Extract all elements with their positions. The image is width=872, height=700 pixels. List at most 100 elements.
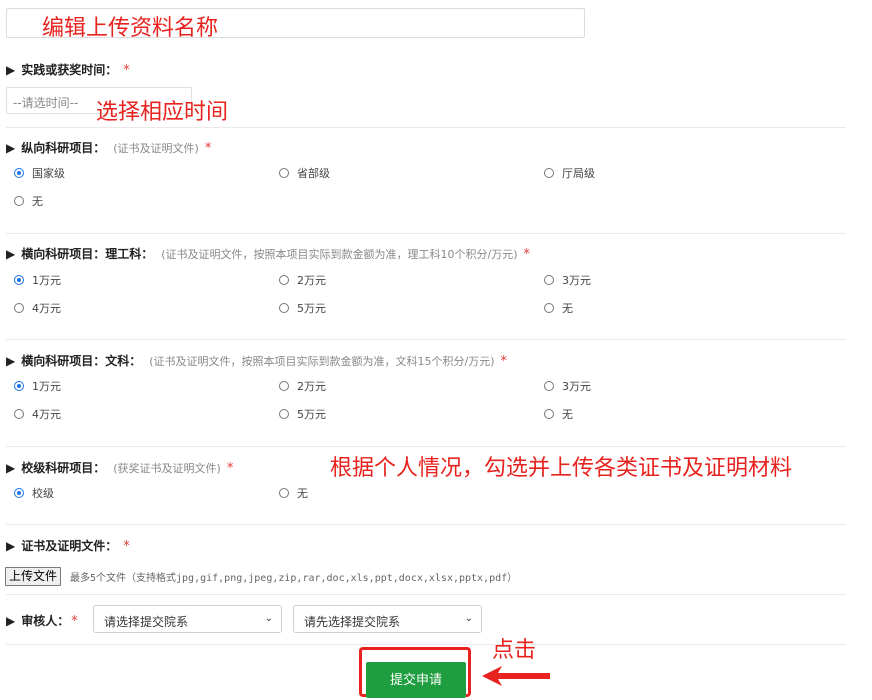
radio-icon <box>279 168 289 178</box>
radio-label: 国家级 <box>32 167 65 180</box>
time-label: 实践或获奖时间： <box>21 63 118 77</box>
radio-label: 校级 <box>32 487 54 500</box>
radio-label: 无 <box>562 408 573 421</box>
radio-icon <box>14 196 24 206</box>
annotation-check-and-upload: 根据个人情况，勾选并上传各类证书及证明材料 <box>330 456 793 481</box>
vertical-project-heading: ▶ 纵向科研项目： (证书及证明文件) * <box>6 139 211 156</box>
radio-icon <box>544 168 554 178</box>
radio-option[interactable]: 1万元 <box>14 378 61 394</box>
divider <box>6 446 846 447</box>
radio-label: 无 <box>562 302 573 315</box>
radio-option[interactable]: 3万元 <box>544 272 591 288</box>
reviewer-label: 审核人： <box>21 614 70 628</box>
horizontal-sci-heading: ▶ 横向科研项目：理工科： (证书及证明文件，按照本项目实际到款金额为准，理工科10… <box>6 245 530 262</box>
divider <box>6 339 846 340</box>
triangle-right-icon: ▶ <box>6 247 16 261</box>
radio-option[interactable]: 无 <box>544 406 573 422</box>
radio-checked-icon <box>14 488 24 498</box>
divider <box>6 233 846 234</box>
required-mark: * <box>500 354 508 369</box>
school-project-hint: (获奖证书及证明文件) <box>113 462 221 475</box>
radio-option[interactable]: 无 <box>279 485 308 501</box>
radio-label: 1万元 <box>32 380 61 393</box>
annotation-click: 点击 <box>492 638 537 663</box>
triangle-right-icon: ▶ <box>6 141 16 155</box>
divider <box>6 127 846 128</box>
chevron-down-icon: ⌄ <box>264 613 273 624</box>
radio-option[interactable]: 4万元 <box>14 300 61 316</box>
arrow-left-icon <box>482 666 550 686</box>
radio-option[interactable]: 厅局级 <box>544 165 595 181</box>
radio-icon <box>279 488 289 498</box>
radio-label: 4万元 <box>32 302 61 315</box>
radio-option[interactable]: 2万元 <box>279 272 326 288</box>
radio-label: 4万元 <box>32 408 61 421</box>
radio-option[interactable]: 无 <box>14 193 43 209</box>
radio-option[interactable]: 校级 <box>14 485 54 501</box>
radio-icon <box>14 409 24 419</box>
annotation-edit-title: 编辑上传资料名称 <box>42 16 219 41</box>
radio-option[interactable]: 5万元 <box>279 406 326 422</box>
radio-option[interactable]: 省部级 <box>279 165 330 181</box>
triangle-right-icon: ▶ <box>6 354 16 368</box>
radio-label: 2万元 <box>297 274 326 287</box>
radio-option[interactable]: 2万元 <box>279 378 326 394</box>
triangle-right-icon: ▶ <box>6 63 16 77</box>
school-project-label: 校级科研项目： <box>21 461 106 475</box>
radio-icon <box>14 303 24 313</box>
radio-label: 省部级 <box>297 167 330 180</box>
divider <box>6 594 846 595</box>
radio-option[interactable]: 5万元 <box>279 300 326 316</box>
vertical-project-label: 纵向科研项目： <box>21 141 106 155</box>
college-select[interactable]: 请选择提交院系 ⌄ <box>93 605 282 633</box>
radio-label: 1万元 <box>32 274 61 287</box>
radio-label: 3万元 <box>562 380 591 393</box>
required-mark: * <box>523 247 531 262</box>
radio-checked-icon <box>14 381 24 391</box>
divider <box>6 524 846 525</box>
school-project-heading: ▶ 校级科研项目： (获奖证书及证明文件) * <box>6 459 233 476</box>
radio-label: 无 <box>297 487 308 500</box>
horizontal-arts-heading: ▶ 横向科研项目：文科： (证书及证明文件，按照本项目实际到款金额为准，文科15个积… <box>6 352 507 369</box>
radio-label: 3万元 <box>562 274 591 287</box>
upload-hint: 最多5个文件（支持格式jpg,gif,png,jpeg,zip,rar,doc,… <box>70 573 518 584</box>
radio-option[interactable]: 国家级 <box>14 165 65 181</box>
radio-icon <box>544 275 554 285</box>
radio-icon <box>279 275 289 285</box>
upload-file-button[interactable]: 上传文件 <box>5 567 62 586</box>
radio-checked-icon <box>14 168 24 178</box>
radio-label: 无 <box>32 195 43 208</box>
required-mark: * <box>71 614 78 629</box>
radio-option[interactable]: 4万元 <box>14 406 61 422</box>
submit-button[interactable]: 提交申请 <box>366 662 466 698</box>
annotation-choose-time: 选择相应时间 <box>96 100 229 125</box>
radio-label: 5万元 <box>297 302 326 315</box>
horizontal-sci-label: 横向科研项目：理工科： <box>21 247 154 261</box>
reviewer-select-value: 请先选择提交院系 <box>304 615 401 629</box>
radio-icon <box>279 409 289 419</box>
radio-label: 厅局级 <box>562 167 595 180</box>
required-mark: * <box>204 141 212 156</box>
required-mark: * <box>226 461 234 476</box>
vertical-project-hint: (证书及证明文件) <box>113 142 199 155</box>
chevron-down-icon: ⌄ <box>464 613 473 624</box>
horizontal-arts-hint: (证书及证明文件，按照本项目实际到款金额为准，文科15个积分/万元) <box>149 355 495 368</box>
triangle-right-icon: ▶ <box>6 539 16 553</box>
reviewer-heading: ▶ 审核人： * <box>6 612 78 629</box>
files-label: 证书及证明文件： <box>21 539 118 553</box>
divider <box>6 644 846 645</box>
required-mark: * <box>123 539 130 554</box>
reviewer-select[interactable]: 请先选择提交院系 ⌄ <box>293 605 482 633</box>
radio-option[interactable]: 1万元 <box>14 272 61 288</box>
radio-option[interactable]: 3万元 <box>544 378 591 394</box>
triangle-right-icon: ▶ <box>6 614 16 628</box>
radio-checked-icon <box>14 275 24 285</box>
files-heading: ▶ 证书及证明文件： * <box>6 537 130 554</box>
required-mark: * <box>123 63 130 78</box>
radio-icon <box>279 303 289 313</box>
radio-option[interactable]: 无 <box>544 300 573 316</box>
time-section-heading: ▶ 实践或获奖时间： * <box>6 61 130 78</box>
horizontal-sci-hint: (证书及证明文件，按照本项目实际到款金额为准，理工科10个积分/万元) <box>161 248 518 261</box>
radio-label: 5万元 <box>297 408 326 421</box>
radio-icon <box>544 409 554 419</box>
